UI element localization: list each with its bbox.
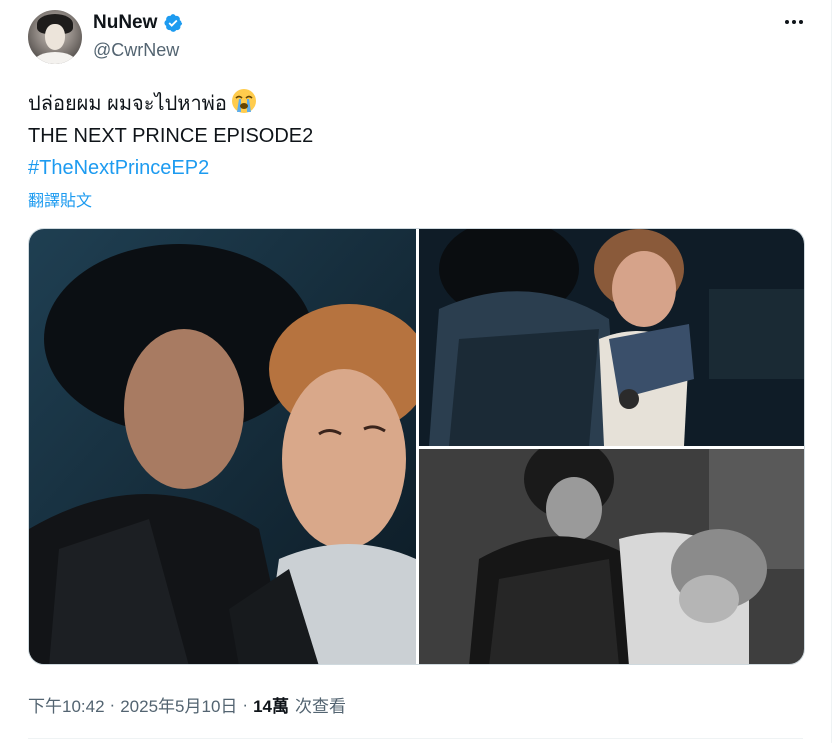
- tweet-text: ปล่อยผม ผมจะไปหาพ่อ THE NEXT PRINCE EPIS…: [28, 88, 313, 184]
- avatar[interactable]: [28, 10, 82, 64]
- more-dot-icon: [785, 20, 789, 24]
- more-dot-icon: [799, 20, 803, 24]
- tweet-card: NuNew @CwrNew ปล่อยผม ผมจะไปหาพ่อ THE NE…: [0, 0, 832, 743]
- divider: [28, 738, 803, 739]
- tweet-time[interactable]: 下午10:42: [28, 692, 105, 717]
- tweet-line-1: ปล่อยผม ผมจะไปหาพ่อ: [28, 88, 313, 120]
- loudly-crying-face-icon: [231, 88, 257, 114]
- photo-embrace-bw[interactable]: [419, 449, 804, 664]
- verified-badge-icon: [163, 13, 183, 33]
- tweet-meta: 下午10:42 · 2025年5月10日 · 14萬 次查看: [28, 692, 346, 717]
- views-count: 14萬: [253, 697, 289, 716]
- author-display-name[interactable]: NuNew: [93, 12, 157, 34]
- more-options-button[interactable]: [774, 8, 814, 36]
- more-dot-icon: [792, 20, 796, 24]
- translate-post-link[interactable]: 翻譯貼文: [28, 187, 92, 211]
- author-handle[interactable]: @CwrNew: [93, 40, 179, 61]
- media-grid: [28, 228, 805, 665]
- meta-separator: ·: [109, 694, 116, 714]
- photo-embrace-color[interactable]: [419, 229, 804, 446]
- views-label: 次查看: [295, 697, 346, 716]
- tweet-date[interactable]: 2025年5月10日: [120, 692, 237, 717]
- photo-close-up[interactable]: [29, 229, 416, 664]
- meta-separator: ·: [242, 694, 249, 714]
- author-name-row: NuNew: [93, 12, 183, 34]
- hashtag-link[interactable]: #TheNextPrinceEP2: [28, 152, 313, 184]
- tweet-line-1-text: ปล่อยผม ผมจะไปหาพ่อ: [28, 93, 227, 115]
- tweet-line-2: THE NEXT PRINCE EPISODE2: [28, 125, 314, 147]
